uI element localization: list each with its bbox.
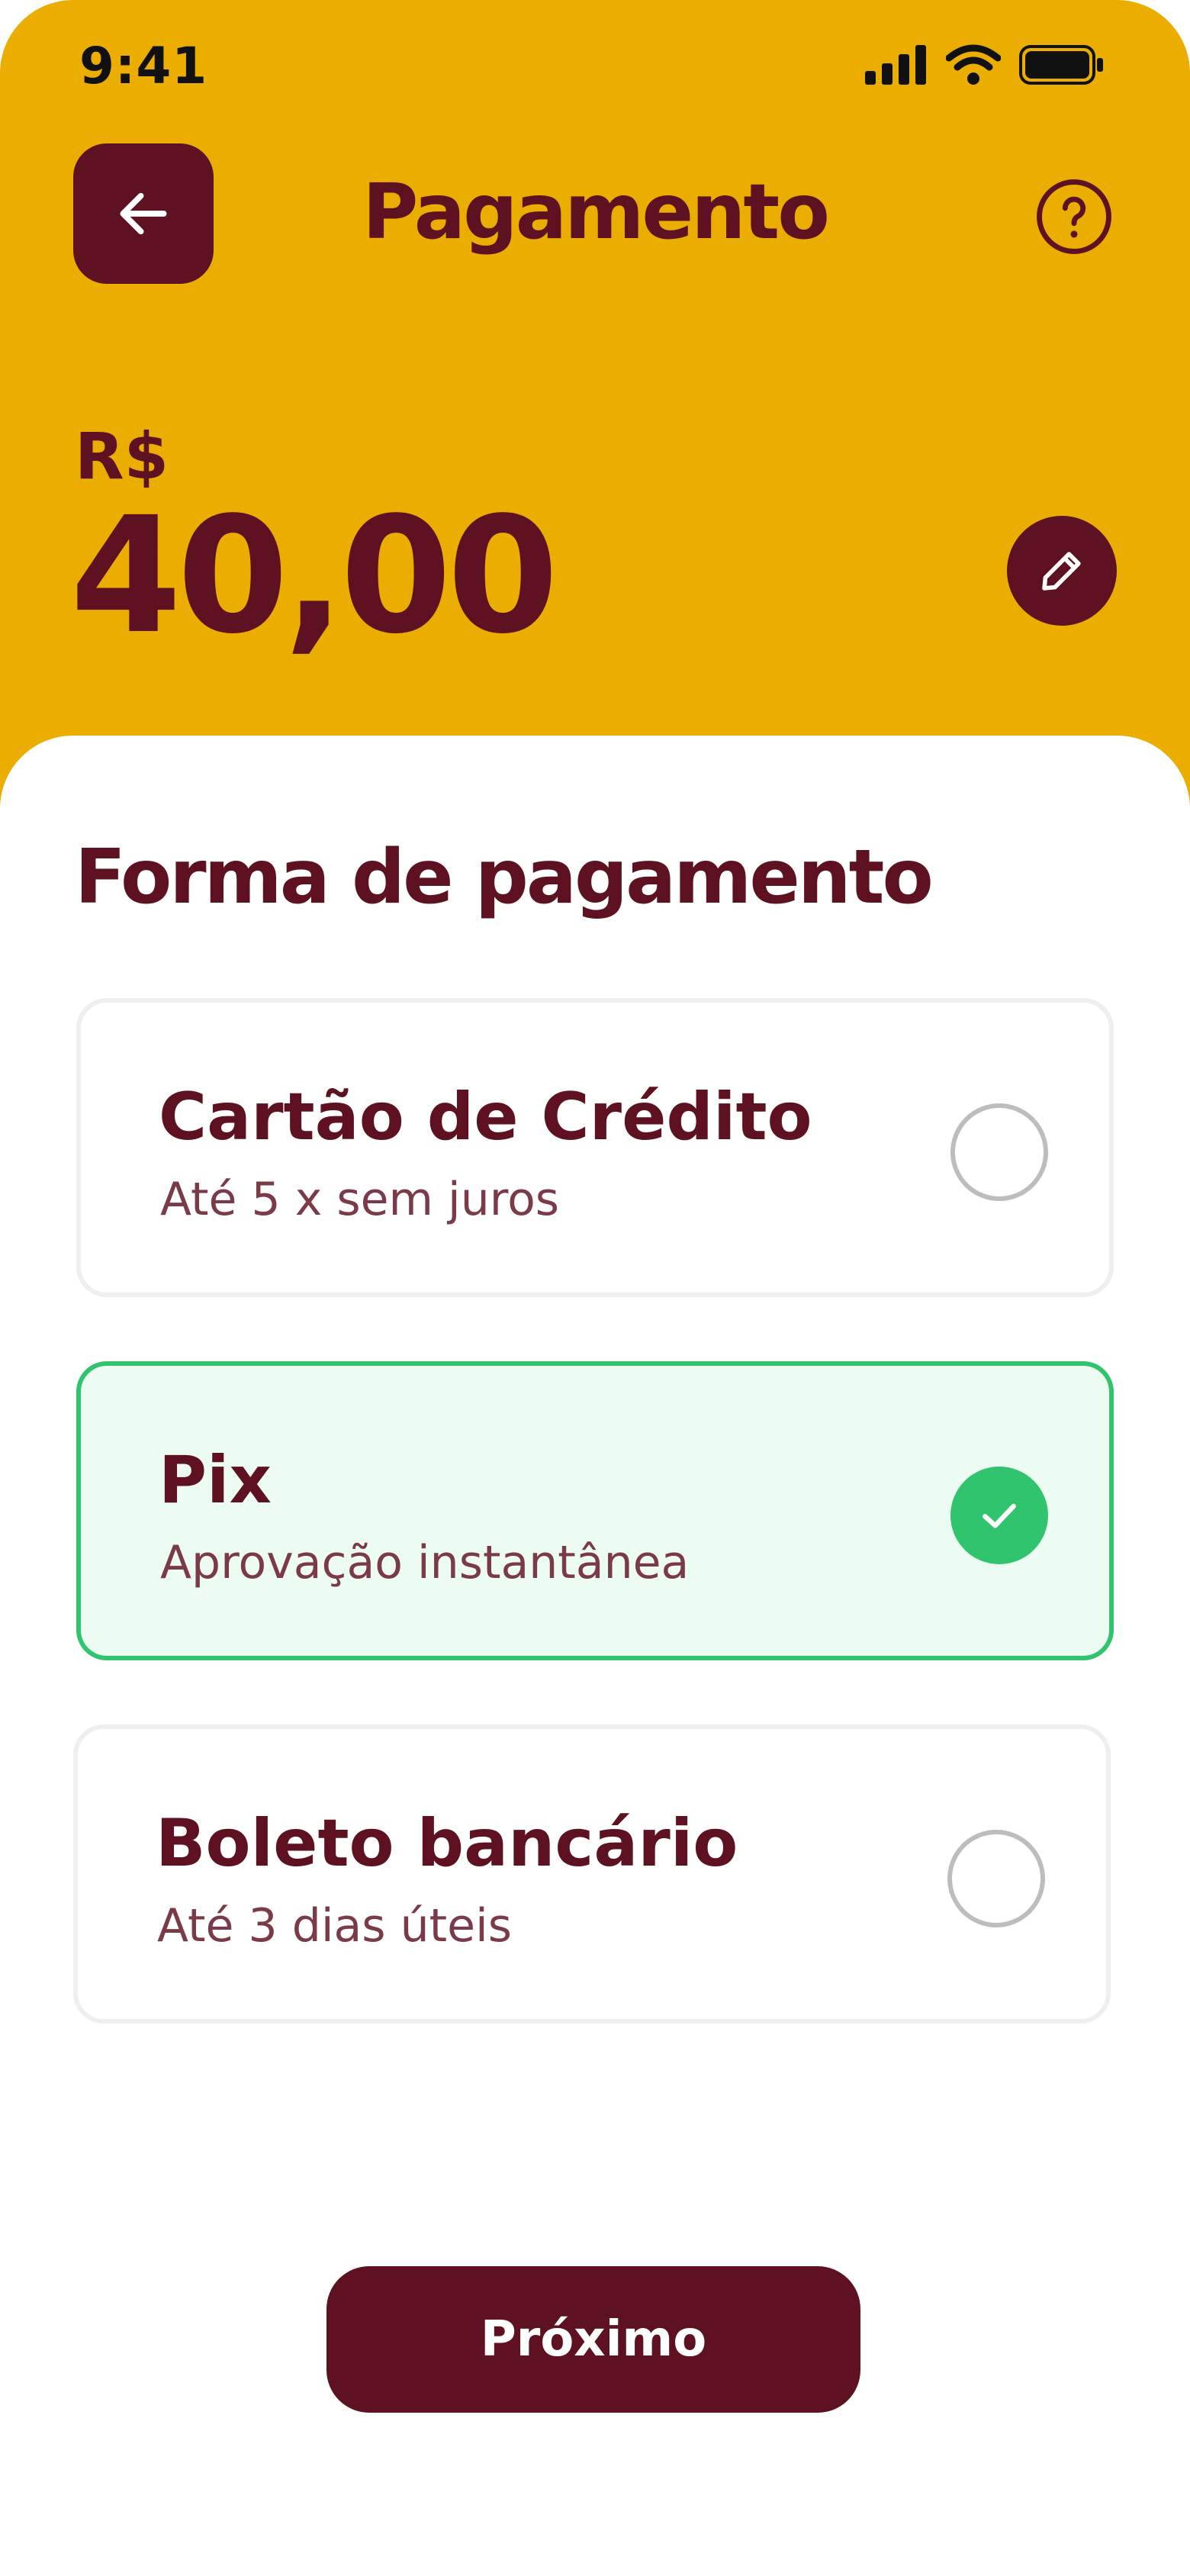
wifi-icon (946, 44, 1001, 85)
back-button[interactable] (73, 143, 214, 284)
radio-button-checked[interactable] (950, 1467, 1048, 1564)
arrow-left-icon (120, 192, 167, 235)
amount-value: 40,00 (70, 482, 558, 669)
next-button[interactable]: Próximo (326, 2266, 860, 2413)
edit-amount-button[interactable] (1007, 516, 1117, 626)
check-icon (983, 1503, 1016, 1528)
option-subtitle: Aprovação instantânea (160, 1536, 690, 1589)
signal-icon (865, 45, 926, 85)
option-subtitle: Até 5 x sem juros (160, 1173, 560, 1226)
option-title: Boleto bancário (156, 1805, 738, 1882)
status-icons (865, 44, 1105, 85)
option-title: Pix (159, 1442, 272, 1518)
option-title: Cartão de Crédito (159, 1079, 812, 1155)
option-pix[interactable]: Pix Aprovação instantânea (76, 1361, 1114, 1660)
page-title: Pagamento (362, 167, 830, 256)
header: 9:41 Pagamento R$ 40,00 (0, 0, 1190, 809)
section-title: Forma de pagamento (75, 834, 934, 921)
radio-button[interactable] (947, 1830, 1045, 1927)
option-credit-card[interactable]: Cartão de Crédito Até 5 x sem juros (76, 998, 1114, 1297)
option-subtitle: Até 3 dias úteis (157, 1899, 512, 1953)
payment-screen: 9:41 Pagamento R$ 40,00 Forma de pagamen… (0, 0, 1190, 2576)
battery-icon (1019, 45, 1103, 85)
status-time: 9:41 (79, 37, 208, 95)
question-circle-icon[interactable] (1034, 177, 1114, 256)
pencil-icon (1042, 552, 1081, 591)
option-boleto[interactable]: Boleto bancário Até 3 dias úteis (73, 1724, 1111, 2024)
radio-button[interactable] (950, 1103, 1048, 1201)
